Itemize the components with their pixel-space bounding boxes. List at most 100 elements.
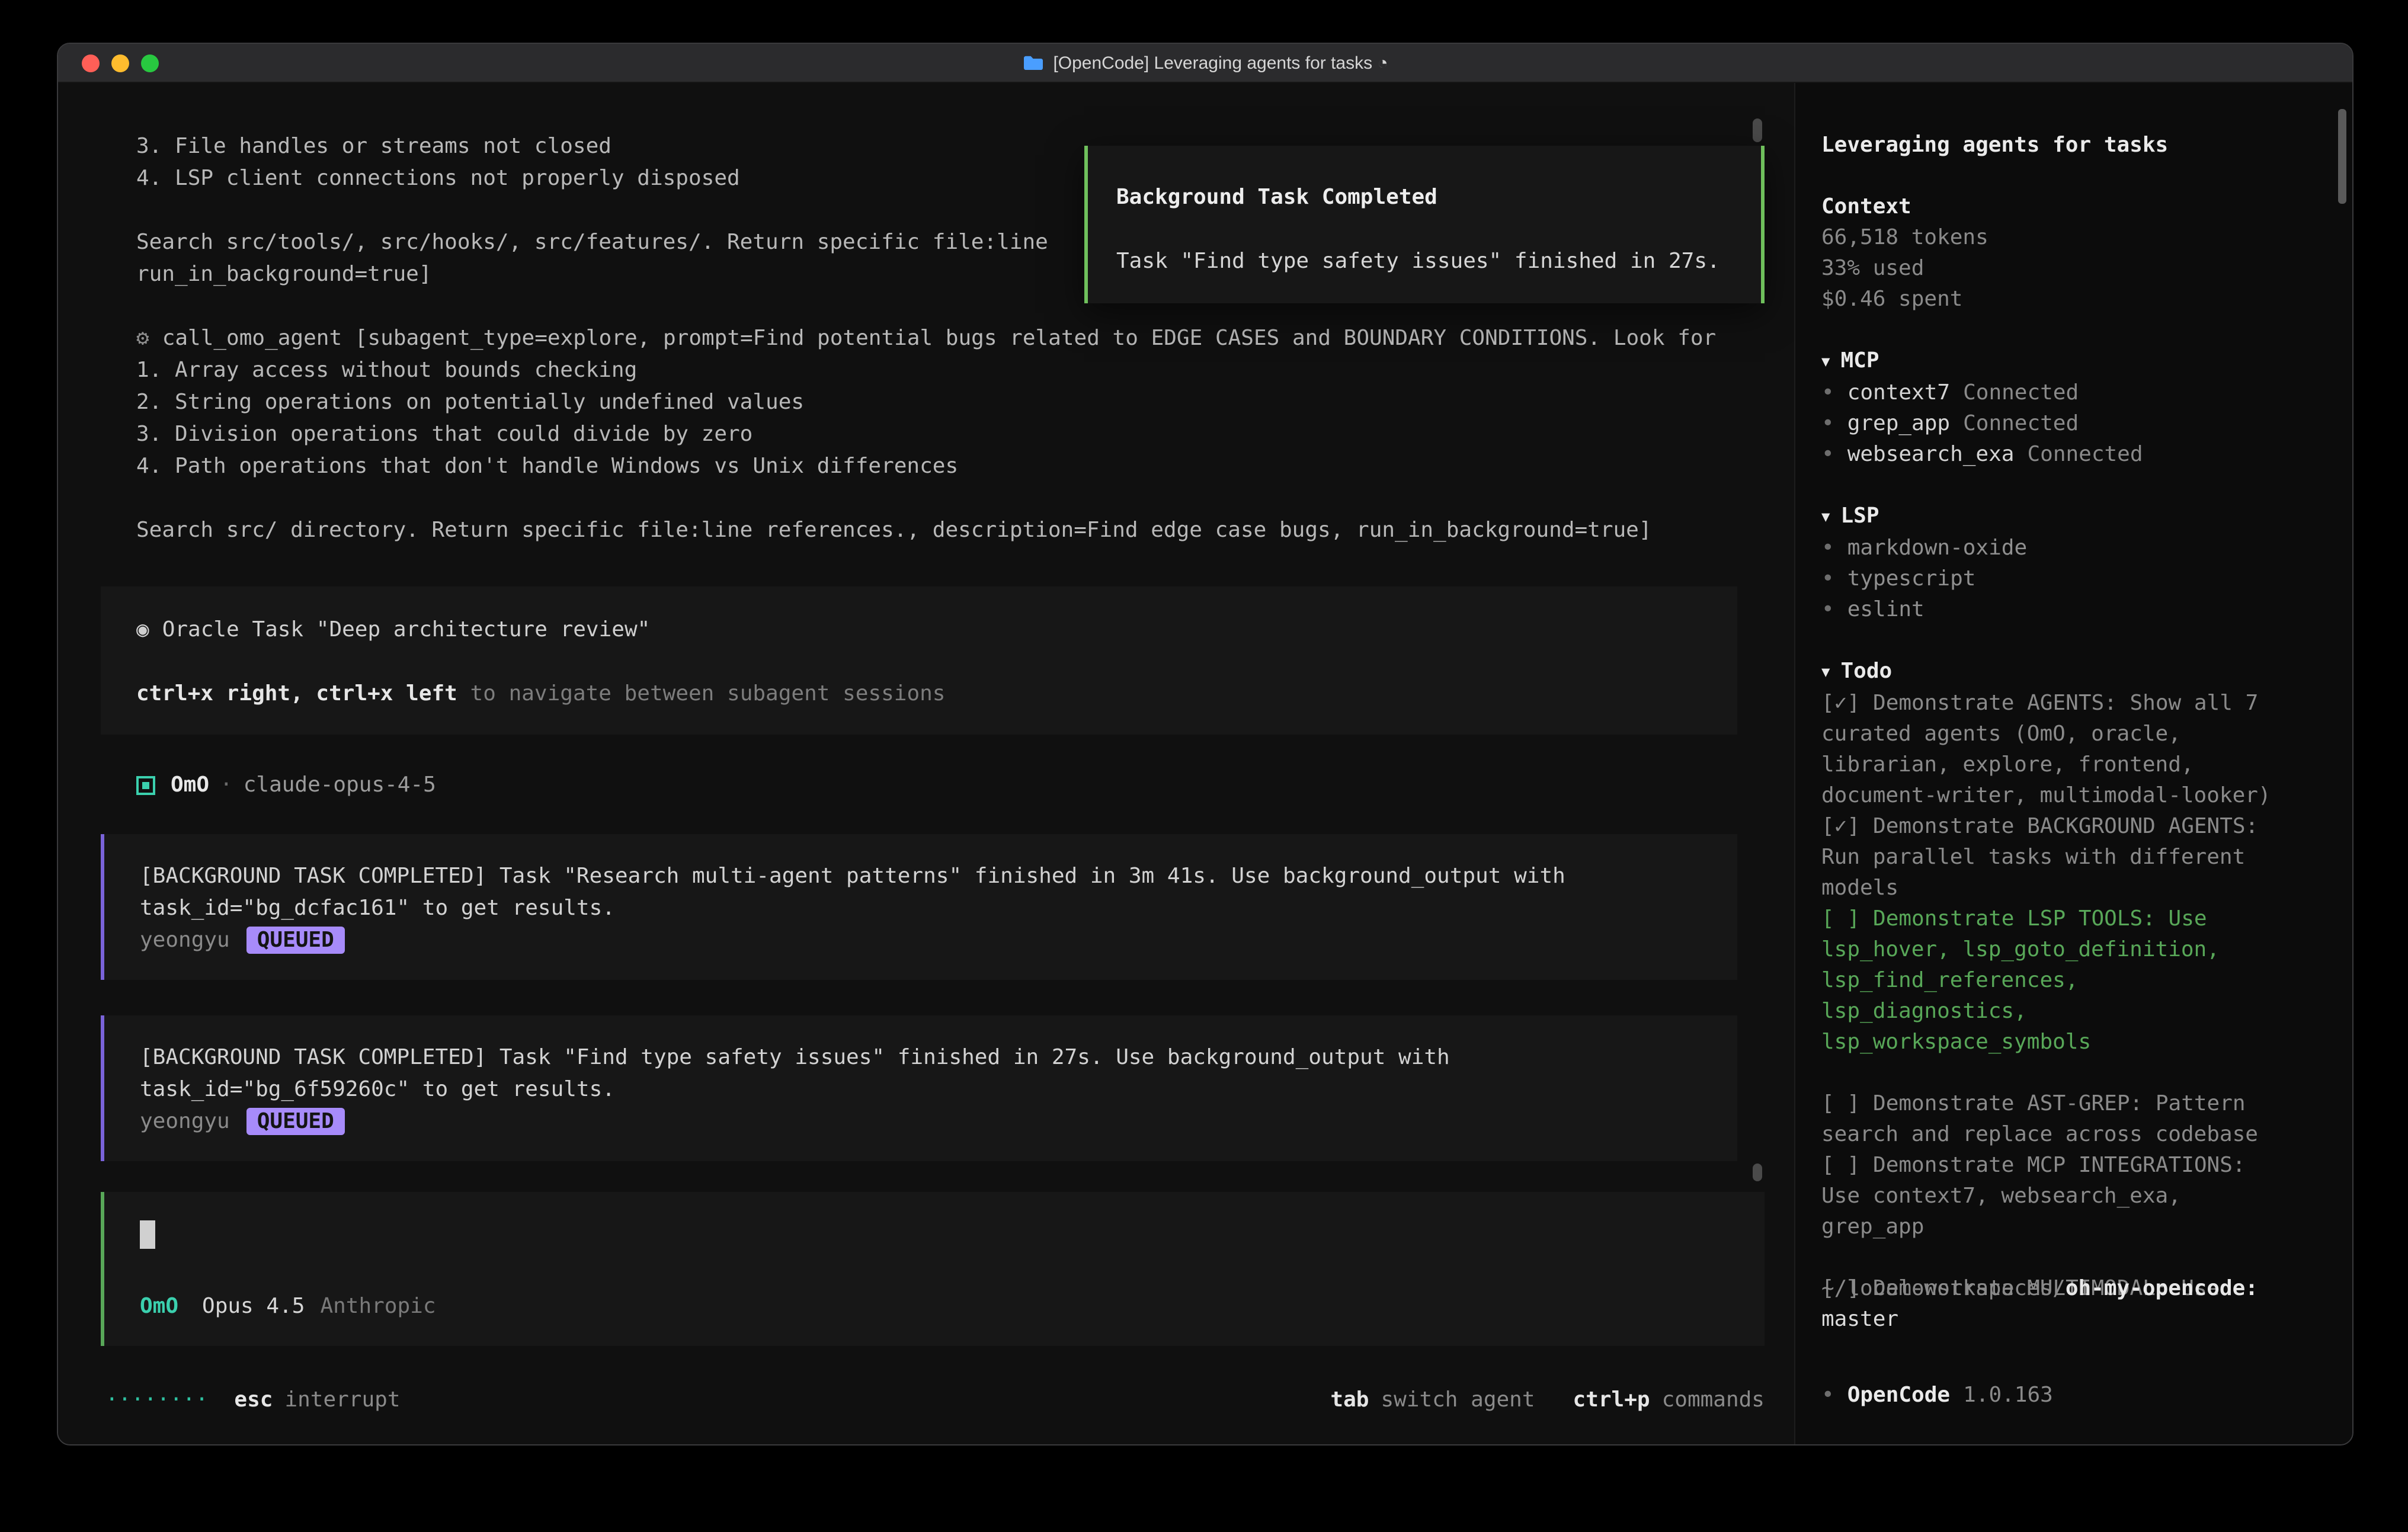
bullet-icon: •: [1821, 411, 1834, 436]
close-button[interactable]: [82, 54, 100, 72]
status-badge: QUEUED: [246, 927, 345, 954]
lsp-name: eslint: [1847, 597, 1925, 622]
triangle-down-icon: ▼: [1821, 501, 1830, 532]
esc-key-hint: esc: [234, 1384, 273, 1416]
terminal-blank-line: [136, 482, 1794, 514]
todo-checkbox: [ ]: [1821, 1153, 1860, 1178]
oracle-hint-text: to navigate between subagent sessions: [457, 681, 946, 706]
message-text: task_id="bg_6f59260c" to get results.: [140, 1073, 1702, 1105]
mcp-header-label: MCP: [1840, 348, 1879, 373]
sidebar-scrollbar-thumb[interactable]: [2338, 109, 2346, 204]
window-titlebar: [OpenCode] Leveraging agents for tasks ◔: [58, 44, 2352, 83]
todo-item: [ ]Demonstrate LSP TOOLS: Use lsp_hover,…: [1821, 904, 2294, 1058]
minimize-button[interactable]: [111, 54, 129, 72]
todo-section-header[interactable]: ▼Todo: [1821, 656, 2294, 688]
separator-dot: ·: [220, 769, 233, 801]
toast-title: Background Task Completed: [1116, 181, 1733, 213]
toast-body: Task "Find type safety issues" finished …: [1116, 245, 1733, 277]
todo-text: Demonstrate AGENTS: Show all 7 curated a…: [1821, 691, 2271, 808]
toast-notification: Background Task Completed Task "Find typ…: [1084, 146, 1765, 303]
context-spent: $0.46 spent: [1821, 284, 2294, 315]
todo-item: [✓]Demonstrate AGENTS: Show all 7 curate…: [1821, 688, 2294, 812]
zoom-button[interactable]: [141, 54, 159, 72]
agent-name: OmO: [171, 769, 209, 801]
text-cursor: [140, 1220, 155, 1248]
oracle-hint-keys: ctrl+x right, ctrl+x left: [136, 681, 457, 706]
lsp-header-label: LSP: [1840, 504, 1879, 528]
tab-key-label: switch agent: [1381, 1384, 1535, 1416]
message-meta: yeongyuQUEUED: [140, 1105, 1702, 1137]
message-text: task_id="bg_dcfac161" to get results.: [140, 892, 1702, 924]
commands-key-hint: ctrl+p: [1573, 1384, 1650, 1416]
tool-call-line: ⚙call_omo_agent [subagent_type=explore, …: [136, 322, 1794, 354]
prompt-input[interactable]: OmOOpus 4.5Anthropic: [101, 1192, 1765, 1346]
window-title-text: [OpenCode] Leveraging agents for tasks ◔: [1053, 47, 1388, 79]
workspace-branch: master: [1821, 1307, 1898, 1332]
bullet-icon: •: [1821, 566, 1834, 591]
terminal-main: 3. File handles or streams not closed 4.…: [58, 83, 1794, 1444]
agent-header: OmO · claude-opus-4-5: [136, 769, 1794, 801]
bullet-icon: •: [1821, 380, 1834, 405]
traffic-lights: [58, 54, 159, 72]
input-agent-name: OmO: [140, 1294, 178, 1319]
scrollbar-thumb[interactable]: [1753, 1164, 1762, 1181]
tab-key-hint: tab: [1330, 1384, 1369, 1416]
bullet-icon: •: [1821, 442, 1834, 467]
bullet-icon: •: [1821, 536, 1834, 560]
mcp-item: •websearch_exaConnected: [1821, 440, 2294, 470]
todo-checkbox: [✓]: [1821, 691, 1860, 716]
workspace-path: ~/local-workspaces/oh-my-opencode: maste…: [1821, 1274, 2298, 1335]
oracle-icon: ◉: [136, 617, 149, 642]
app-version: 1.0.163: [1963, 1383, 2053, 1408]
message-meta: yeongyu QUEUED: [140, 924, 1702, 956]
lsp-item: • typescript: [1821, 564, 2294, 595]
esc-key-label: interrupt: [284, 1384, 400, 1416]
desktop: [OpenCode] Leveraging agents for tasks ◔…: [0, 0, 2408, 1532]
terminal-line: 1. Array access without bounds checking: [136, 354, 1794, 386]
todo-text: Demonstrate AST-GREP: Pattern search and…: [1821, 1091, 2258, 1147]
message-text: [BACKGROUND TASK COMPLETED] Task "Find t…: [140, 1041, 1702, 1073]
todo-item: [ ]Demonstrate MCP INTEGRATIONS: Use con…: [1821, 1150, 2294, 1243]
window-title: [OpenCode] Leveraging agents for tasks ◔: [58, 44, 2352, 82]
bullet-icon: •: [1821, 1383, 1834, 1408]
mcp-item: •context7Connected: [1821, 378, 2294, 409]
message-author: yeongyu: [140, 928, 230, 953]
oracle-hint-line: ctrl+x right, ctrl+x left to navigate be…: [136, 678, 1702, 710]
workspace-repo: oh-my-opencode:: [2066, 1276, 2258, 1301]
scrollbar-thumb[interactable]: [1753, 118, 1762, 142]
workspace-dir: ~/local-workspaces/: [1821, 1276, 2066, 1301]
todo-text: Demonstrate MCP INTEGRATIONS: Use contex…: [1821, 1153, 2258, 1239]
mcp-name: websearch_exa: [1847, 442, 2015, 467]
background-task-message: [BACKGROUND TASK COMPLETED] Task "Resear…: [101, 834, 1737, 980]
agent-model: claude-opus-4-5: [244, 769, 436, 801]
todo-text: Demonstrate LSP TOOLS: Use lsp_hover, ls…: [1821, 906, 2233, 1055]
input-model-name: Opus 4.5: [202, 1294, 305, 1319]
status-bar: ········ esc interrupt tab switch agent …: [105, 1384, 1765, 1416]
folder-icon: [1022, 55, 1043, 71]
status-badge: QUEUED: [246, 1108, 345, 1135]
mcp-name: grep_app: [1847, 411, 1950, 436]
mcp-name: context7: [1847, 380, 1950, 405]
lsp-section-header[interactable]: ▼ LSP: [1821, 501, 2294, 533]
gear-icon: ⚙: [136, 326, 149, 351]
triangle-down-icon: ▼: [1821, 656, 1830, 687]
sidebar: Leveraging agents for tasks Context 66,5…: [1794, 83, 2352, 1444]
oracle-task-panel: ◉Oracle Task "Deep architecture review" …: [101, 586, 1737, 735]
session-title: Leveraging agents for tasks: [1821, 130, 2294, 161]
mcp-status: Connected: [1963, 411, 2079, 436]
input-model-row: OmOOpus 4.5Anthropic: [140, 1290, 1729, 1322]
background-task-message: [BACKGROUND TASK COMPLETED] Task "Find t…: [101, 1015, 1737, 1161]
terminal-line: 3. Division operations that could divide…: [136, 418, 1794, 450]
oracle-title: Oracle Task "Deep architecture review": [162, 617, 651, 642]
app-version-footer: •OpenCode1.0.163: [1821, 1380, 2053, 1411]
mcp-item: • grep_app Connected: [1821, 409, 2294, 440]
context-header: Context: [1821, 192, 2294, 223]
spinner-icon: ········: [105, 1384, 208, 1416]
mcp-section-header[interactable]: ▼MCP: [1821, 346, 2294, 378]
input-line: [140, 1218, 1729, 1250]
lsp-name: typescript: [1847, 566, 1976, 591]
todo-text: Demonstrate BACKGROUND AGENTS: Run paral…: [1821, 814, 2271, 900]
todo-checkbox: [ ]: [1821, 906, 1860, 931]
todo-checkbox: [✓]: [1821, 814, 1860, 839]
bullet-icon: •: [1821, 597, 1834, 622]
